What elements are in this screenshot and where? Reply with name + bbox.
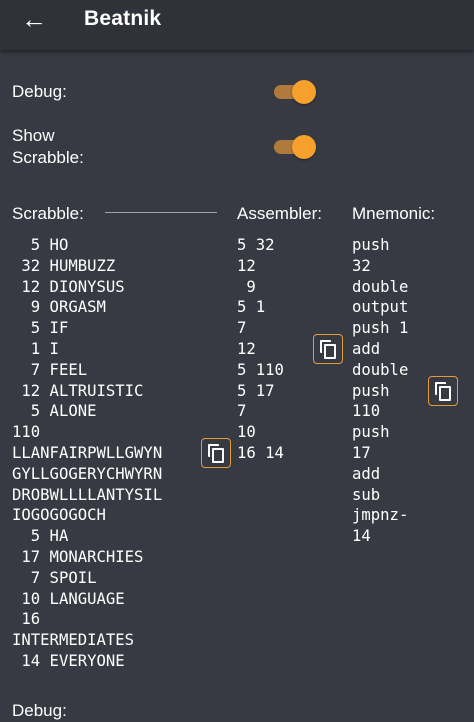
assembler-header: Assembler: xyxy=(237,204,323,223)
back-button[interactable]: ← xyxy=(20,4,48,34)
scrabble-output: 5 HO 32 HUMBUZZ 12 DIONYSUS 9 ORGASM 5 I… xyxy=(12,236,163,670)
scrabble-header: Scrabble: xyxy=(12,204,84,223)
debug-toggle-thumb xyxy=(292,80,316,104)
show-scrabble-label-line2: Scrabble: xyxy=(12,148,84,167)
debug-toggle[interactable] xyxy=(272,79,316,105)
show-scrabble-toggle[interactable] xyxy=(272,134,316,160)
footer-debug-label: Debug: xyxy=(12,701,67,720)
show-scrabble-label-line1: Show xyxy=(12,126,55,145)
show-scrabble-toggle-thumb xyxy=(292,135,316,159)
mnemonic-header: Mnemonic: xyxy=(352,204,436,223)
divider xyxy=(105,212,217,213)
copy-mnemonic-button[interactable] xyxy=(428,376,458,406)
app-bar: ← Beatnik xyxy=(0,0,474,50)
copy-assembler-button[interactable] xyxy=(313,334,343,364)
copy-scrabble-button[interactable] xyxy=(201,438,231,468)
mnemonic-output: push 32 double output push 1 add double … xyxy=(352,236,409,546)
arrow-left-icon: ← xyxy=(21,4,47,34)
debug-label: Debug: xyxy=(12,82,67,101)
show-scrabble-label: Show Scrabble: xyxy=(12,125,84,169)
page-title: Beatnik xyxy=(84,7,162,30)
assembler-output: 5 32 12 9 5 1 7 12 5 110 5 17 7 10 16 14 xyxy=(237,236,284,462)
